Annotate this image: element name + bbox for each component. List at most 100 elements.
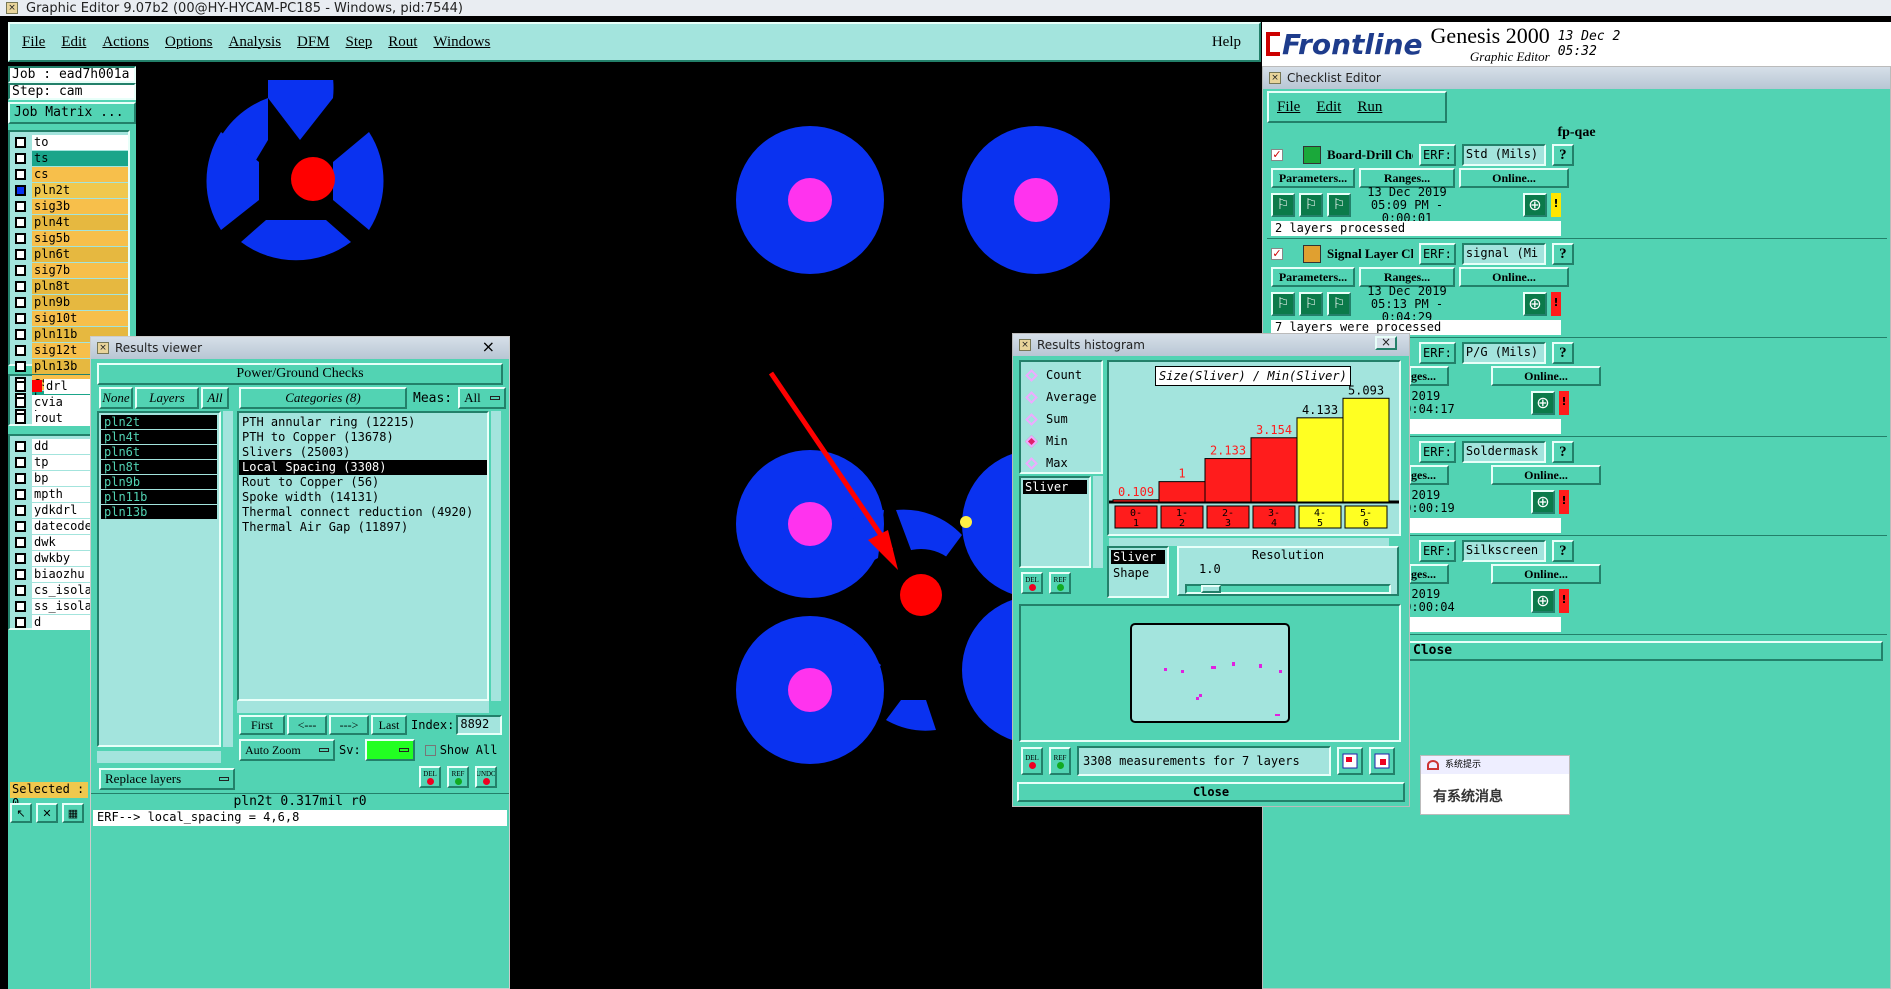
measure-option[interactable]: Average <box>1021 386 1101 408</box>
parameters-button[interactable]: Parameters... <box>1271 267 1355 287</box>
layer-checkbox[interactable] <box>15 552 26 564</box>
layer-checkbox[interactable] <box>15 200 26 212</box>
layer-name[interactable]: pln6t <box>32 246 128 262</box>
layer-name[interactable]: to <box>32 134 128 150</box>
result-layer-item[interactable]: pln9b <box>101 475 217 489</box>
check-name[interactable]: Signal Layer Ch <box>1327 246 1413 262</box>
layer-checkbox[interactable] <box>15 152 26 164</box>
prev-button[interactable]: <--- <box>287 715 327 735</box>
layer-checkbox[interactable] <box>15 520 26 532</box>
measure-option[interactable]: Count <box>1021 364 1101 386</box>
meas-dropdown[interactable]: All <box>458 387 507 409</box>
check-name[interactable]: Board-Drill Che <box>1327 147 1413 163</box>
histogram-bar[interactable] <box>1342 397 1390 503</box>
layer-checkbox[interactable] <box>15 536 26 548</box>
layer-row[interactable]: sig10t <box>10 310 128 326</box>
show-all-checkbox[interactable] <box>424 744 436 756</box>
run-step-icon[interactable]: ⚐ <box>1299 193 1323 217</box>
layer-checkbox[interactable] <box>15 312 26 324</box>
layer-checkbox[interactable] <box>15 248 26 260</box>
result-layer-item[interactable]: pln6t <box>101 445 217 459</box>
layer-row[interactable]: sig5b <box>10 230 128 246</box>
hist-ref-button[interactable]: REF <box>1049 572 1071 594</box>
help-icon[interactable]: ? <box>1551 243 1574 265</box>
menu-analysis[interactable]: Analysis <box>221 34 290 51</box>
checklist-menu-edit[interactable]: Edit <box>1308 99 1349 116</box>
layer-checkbox[interactable] <box>15 136 26 148</box>
system-notice-popup[interactable]: 系统提示 有系统消息 <box>1420 755 1570 815</box>
measure-option[interactable]: Sum <box>1021 408 1101 430</box>
layer-name[interactable]: pln9b <box>32 294 128 310</box>
layer-row[interactable]: pln9b <box>10 294 128 310</box>
online-button[interactable]: Online... <box>1491 366 1601 386</box>
layer-checkbox[interactable] <box>15 396 26 408</box>
layer-list-hscrollbar[interactable] <box>97 751 221 763</box>
radio-icon[interactable] <box>1025 412 1038 426</box>
menu-file[interactable]: File <box>14 34 53 51</box>
first-button[interactable]: First <box>239 715 285 735</box>
category-scrollbar[interactable] <box>491 411 501 701</box>
layer-row[interactable]: sig7b <box>10 262 128 278</box>
layer-checkbox[interactable] <box>15 440 26 452</box>
online-button[interactable]: Online... <box>1459 267 1569 287</box>
category-item[interactable]: Spoke width (14131) <box>239 490 487 505</box>
shape-item[interactable]: Shape <box>1109 566 1167 580</box>
stop-icon[interactable]: ⚐ <box>1327 193 1351 217</box>
layer-checkbox[interactable] <box>15 216 26 228</box>
help-icon[interactable]: ? <box>1551 540 1574 562</box>
radio-icon[interactable] <box>1025 456 1038 470</box>
zoom-result-icon[interactable]: ⊕ <box>1523 193 1547 217</box>
histogram-bar[interactable] <box>1112 499 1160 503</box>
menu-rout[interactable]: Rout <box>380 34 425 51</box>
ranges-button[interactable]: ges... <box>1409 366 1449 386</box>
zoom-result-icon[interactable]: ⊕ <box>1523 292 1547 316</box>
zoom-result-icon[interactable]: ⊕ <box>1531 490 1555 514</box>
all-button[interactable]: All <box>201 387 229 409</box>
list-item[interactable]: Sliver <box>1023 480 1087 494</box>
layer-checkbox[interactable] <box>15 568 26 580</box>
layer-checkbox[interactable] <box>15 360 26 372</box>
erf-value-field[interactable]: signal (Mi <box>1461 243 1546 265</box>
measure-option[interactable]: Min <box>1021 430 1101 452</box>
export-report-icon[interactable] <box>1369 747 1395 775</box>
layer-checkbox[interactable] <box>15 412 26 424</box>
layer-checkbox[interactable] <box>15 280 26 292</box>
layer-checkbox[interactable] <box>15 380 26 392</box>
stop-icon[interactable]: ⚐ <box>1327 292 1351 316</box>
ranges-button[interactable]: ges... <box>1409 564 1449 584</box>
layer-name[interactable]: sig7b <box>32 262 128 278</box>
online-button[interactable]: Online... <box>1459 168 1569 188</box>
menu-dfm[interactable]: DFM <box>289 34 338 51</box>
auto-zoom-dropdown[interactable]: Auto Zoom <box>239 739 335 761</box>
run-icon[interactable]: ⚐ <box>1271 193 1295 217</box>
layer-row[interactable]: sig3b <box>10 198 128 214</box>
layer-name[interactable]: pln4t <box>32 214 128 230</box>
menu-help[interactable]: Help <box>1204 34 1249 51</box>
zoom-result-icon[interactable]: ⊕ <box>1531 589 1555 613</box>
none-button[interactable]: None <box>99 387 133 409</box>
radio-icon[interactable] <box>1025 368 1038 382</box>
ranges-button[interactable]: ges... <box>1409 465 1449 485</box>
online-button[interactable]: Online... <box>1491 564 1601 584</box>
menu-windows[interactable]: Windows <box>425 34 498 51</box>
export-chart-icon[interactable] <box>1337 747 1363 775</box>
replace-layers-dropdown[interactable]: Replace layers <box>99 768 235 790</box>
category-item[interactable]: Thermal connect reduction (4920) <box>239 505 487 520</box>
result-layer-item[interactable]: pln2t <box>101 415 217 429</box>
layer-row[interactable]: cs <box>10 166 128 182</box>
histogram-bar[interactable] <box>1204 458 1252 503</box>
last-button[interactable]: Last <box>371 715 407 735</box>
layer-checkbox[interactable] <box>15 264 26 276</box>
category-item[interactable]: PTH to Copper (13678) <box>239 430 487 445</box>
run-icon[interactable]: ⚐ <box>1271 292 1295 316</box>
layer-name[interactable]: ts <box>32 150 128 166</box>
layer-row[interactable]: to <box>10 134 128 150</box>
layer-name[interactable]: cs <box>32 166 128 182</box>
grid-tool-icon[interactable]: ▦ <box>62 803 84 823</box>
layer-checkbox[interactable] <box>15 456 26 468</box>
histogram-bar[interactable] <box>1158 481 1206 503</box>
layer-row[interactable]: pln2t <box>10 182 128 198</box>
layer-name[interactable]: pln8t <box>32 278 128 294</box>
select-tool-icon[interactable]: ↖ <box>10 803 32 823</box>
layer-row[interactable]: pln4t <box>10 214 128 230</box>
